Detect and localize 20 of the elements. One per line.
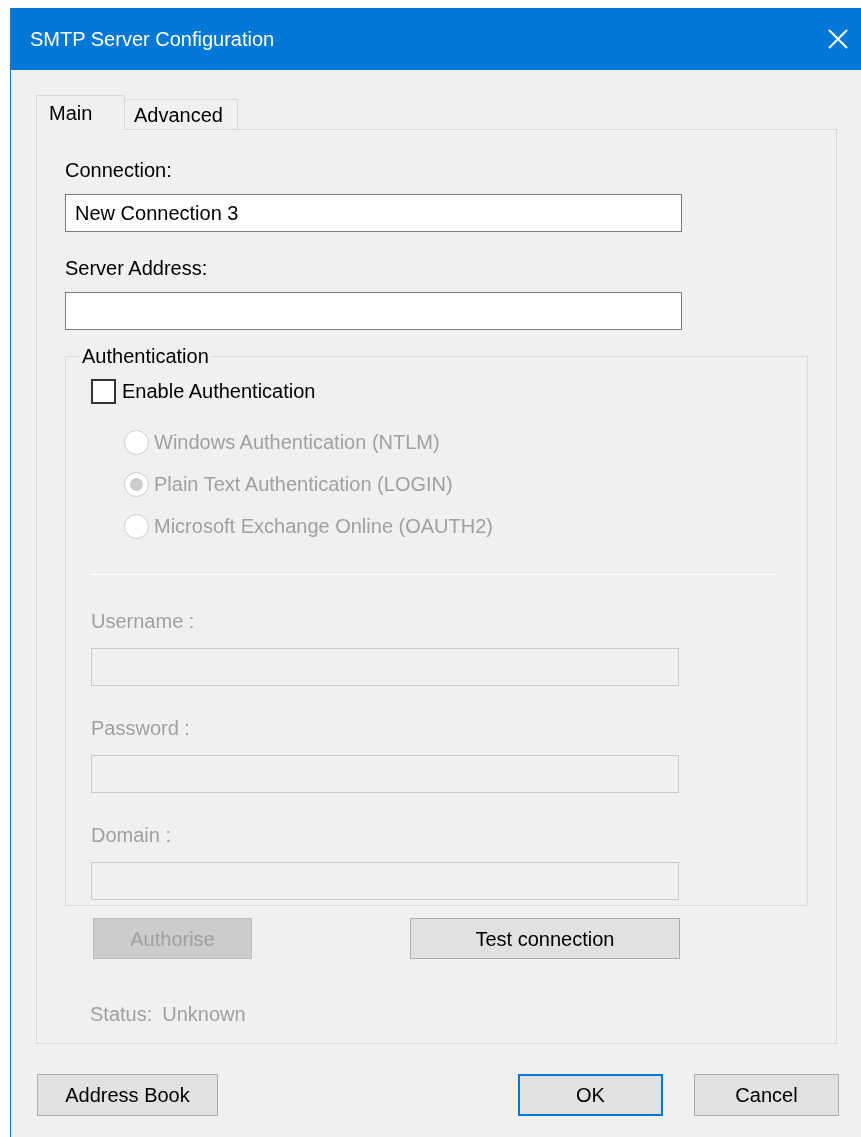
input-field[interactable]: New Connection 3 <box>65 194 682 232</box>
dialog-button[interactable]: Cancel <box>694 1074 839 1116</box>
checkbox[interactable] <box>91 378 116 404</box>
close-icon[interactable] <box>827 28 849 50</box>
checkbox-label: Enable Authentication <box>122 379 316 404</box>
status-value: Unknown <box>162 1002 246 1027</box>
field-label: Connection: <box>65 158 173 182</box>
dialog-button[interactable]: OK <box>518 1074 663 1116</box>
window-title: SMTP Server Configuration <box>30 27 275 52</box>
status-label: Status: <box>90 1002 153 1027</box>
tab[interactable]: Main <box>36 95 125 130</box>
field-label: Domain : <box>91 823 173 847</box>
enable-checkbox[interactable]: Enable Authentication <box>91 378 807 404</box>
field-label: Username : <box>91 609 196 633</box>
field-label: Password : <box>91 716 191 740</box>
input-field[interactable] <box>65 292 682 330</box>
dialog-button[interactable]: Address Book <box>37 1074 218 1116</box>
action-button[interactable]: Test connection <box>410 918 680 959</box>
field-label: Server Address: <box>65 256 209 280</box>
tab[interactable]: Advanced <box>125 99 238 130</box>
